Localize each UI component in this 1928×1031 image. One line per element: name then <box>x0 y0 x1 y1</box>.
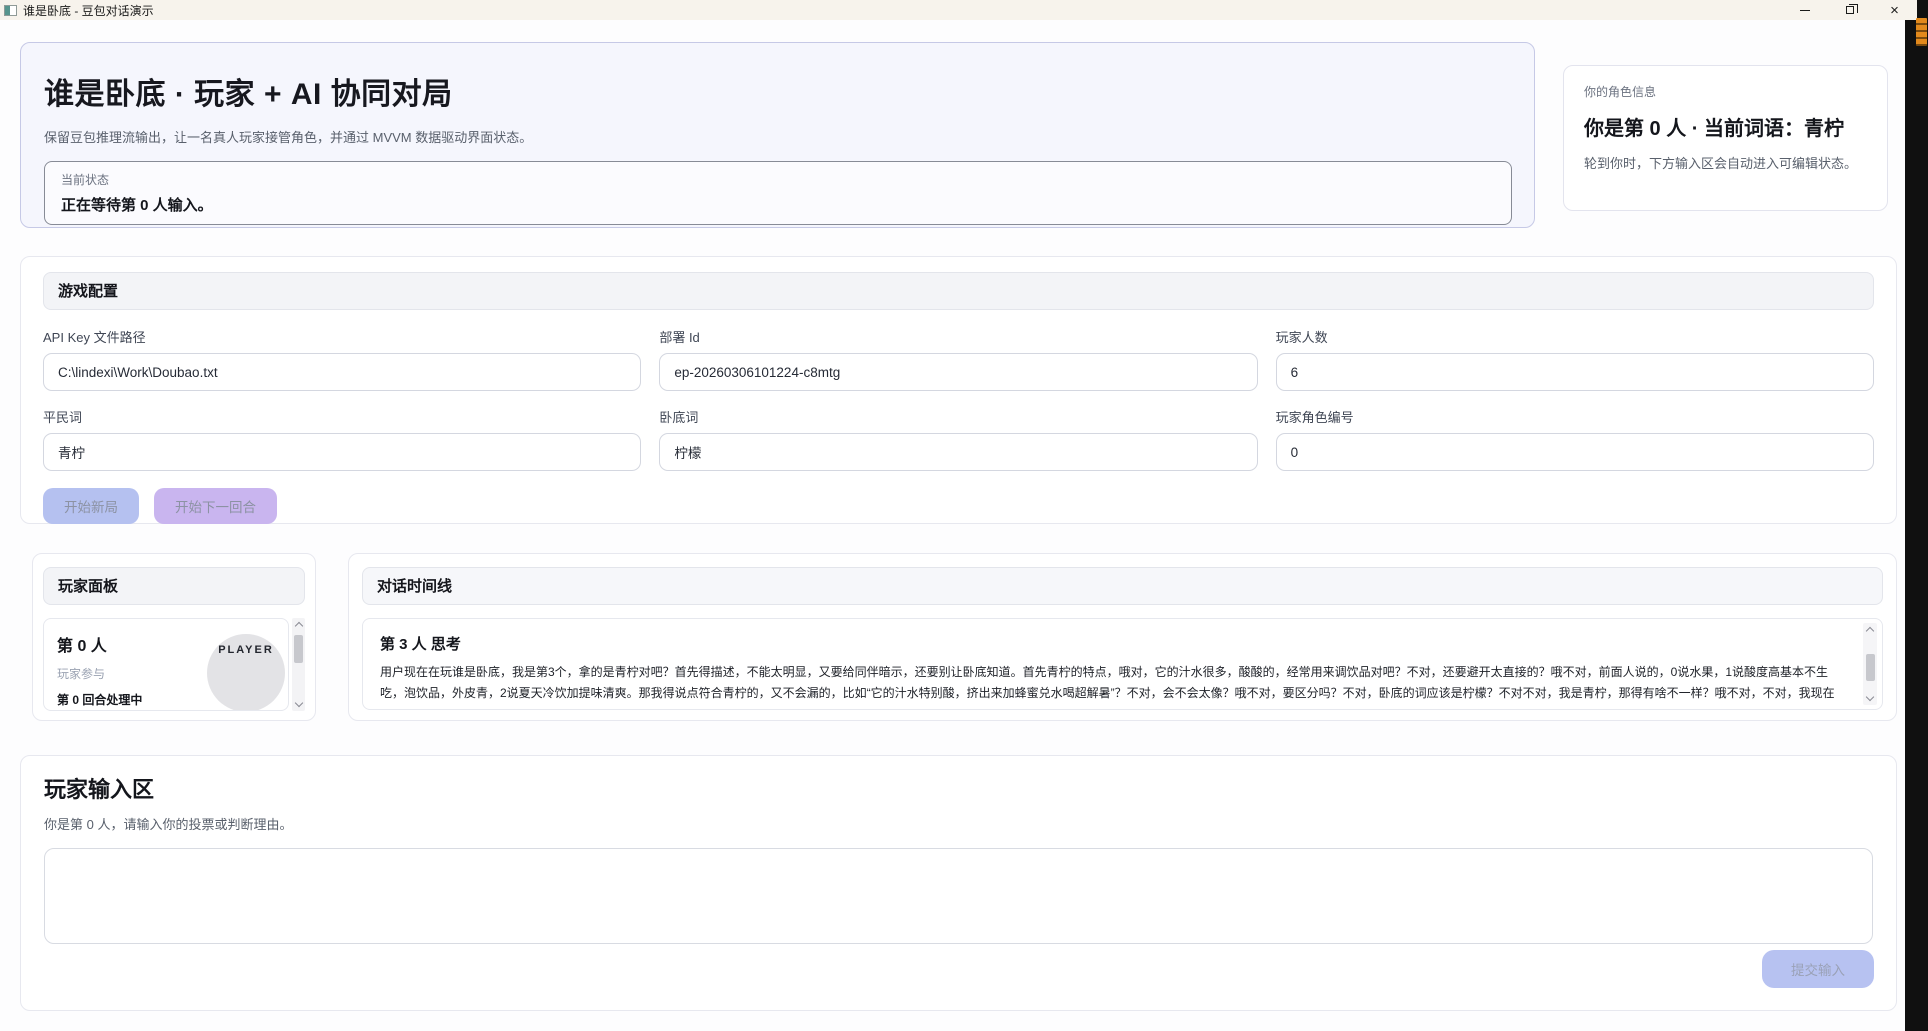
config-card: 游戏配置 API Key 文件路径 部署 Id 玩家人数 平民词 <box>20 256 1897 524</box>
restore-button[interactable] <box>1827 0 1872 20</box>
deployment-id-input[interactable] <box>659 353 1257 391</box>
scroll-up-icon[interactable] <box>294 622 302 630</box>
undercover-word-input[interactable] <box>659 433 1257 471</box>
civilian-word-input[interactable] <box>43 433 641 471</box>
players-scrollbar[interactable] <box>292 618 305 711</box>
titlebar: 谁是卧底 - 豆包对话演示 × <box>0 0 1917 20</box>
role-card-note: 轮到你时，下方输入区会自动进入可编辑状态。 <box>1584 153 1867 172</box>
start-new-game-button[interactable]: 开始新局 <box>43 488 139 524</box>
player-badge: PLAYER <box>207 644 285 656</box>
input-section-subtitle: 你是第 0 人，请输入你的投票或判断理由。 <box>44 814 1873 833</box>
config-grid: API Key 文件路径 部署 Id 玩家人数 平民词 卧底词 <box>43 327 1874 471</box>
field-deployment-id: 部署 Id <box>659 327 1257 391</box>
hero-card: 谁是卧底 · 玩家 + AI 协同对局 保留豆包推理流输出，让一名真人玩家接管角… <box>20 42 1535 228</box>
api-key-path-input[interactable] <box>43 353 641 391</box>
field-undercover-word: 卧底词 <box>659 407 1257 471</box>
role-card-title: 你是第 0 人 · 当前词语：青柠 <box>1584 112 1867 141</box>
players-scrollbar-thumb[interactable] <box>294 635 303 663</box>
timeline-entry: 第 3 人 思考 用户现在在玩谁是卧底，我是第3个，拿的是青柠对吧？首先得描述，… <box>362 618 1883 710</box>
window-controls: × <box>1782 0 1917 20</box>
timeline-scrollbar[interactable] <box>1863 623 1877 705</box>
status-label: 当前状态 <box>61 171 1495 188</box>
field-civilian-word: 平民词 <box>43 407 641 471</box>
player-input-section: 玩家输入区 你是第 0 人，请输入你的投票或判断理由。 提交输入 <box>20 755 1897 1011</box>
submit-input-button[interactable]: 提交输入 <box>1762 950 1874 988</box>
desktop-background-strip <box>1905 0 1928 1031</box>
player-count-input[interactable] <box>1276 353 1874 391</box>
role-card: 你的角色信息 你是第 0 人 · 当前词语：青柠 轮到你时，下方输入区会自动进入… <box>1563 65 1888 211</box>
scroll-up-icon[interactable] <box>1866 627 1874 635</box>
player-card: 第 0 人 玩家参与 第 0 回合处理中 PLAYER <box>43 618 289 711</box>
input-section-title: 玩家输入区 <box>44 772 1873 804</box>
start-next-round-button[interactable]: 开始下一回合 <box>154 488 277 524</box>
background-app-icon <box>1916 18 1927 46</box>
field-api-key-path: API Key 文件路径 <box>43 327 641 391</box>
player-list: 第 0 人 玩家参与 第 0 回合处理中 PLAYER <box>43 618 305 711</box>
players-header: 玩家面板 <box>43 567 305 605</box>
role-card-label: 你的角色信息 <box>1584 83 1867 100</box>
status-text: 正在等待第 0 人输入。 <box>61 194 1495 215</box>
close-button[interactable]: × <box>1872 0 1917 20</box>
timeline-entry-text-line: 用户现在在玩谁是卧底，我是第3个，拿的是青柠对吧？首先得描述，不能太明显，又要给… <box>380 662 1840 683</box>
close-icon: × <box>1890 3 1899 18</box>
screen: 谁是卧底 - 豆包对话演示 × 谁是卧底 · 玩家 + AI 协同对局 保留豆包… <box>0 0 1928 1031</box>
page-title: 谁是卧底 · 玩家 + AI 协同对局 <box>44 69 1518 113</box>
field-player-role-index: 玩家角色编号 <box>1276 407 1874 471</box>
timeline-entry-title: 第 3 人 思考 <box>380 633 1840 654</box>
timeline-panel: 对话时间线 第 3 人 思考 用户现在在玩谁是卧底，我是第3个，拿的是青柠对吧？… <box>348 553 1897 721</box>
player-role-index-input[interactable] <box>1276 433 1874 471</box>
window-content: 谁是卧底 · 玩家 + AI 协同对局 保留豆包推理流输出，让一名真人玩家接管角… <box>0 20 1905 1031</box>
timeline-scrollbar-thumb[interactable] <box>1866 654 1875 681</box>
timeline-entry-text-line: 吃，泡饮品，外皮青，2说夏天冷饮加提味清爽。那我得说点符合青柠的，又不会漏的，比… <box>380 683 1840 704</box>
minimize-icon <box>1800 10 1810 11</box>
field-player-count: 玩家人数 <box>1276 327 1874 391</box>
players-panel: 玩家面板 第 0 人 玩家参与 第 0 回合处理中 PLAYER <box>32 553 316 721</box>
timeline-header: 对话时间线 <box>362 567 1883 605</box>
config-header: 游戏配置 <box>43 272 1874 310</box>
restore-icon <box>1846 6 1854 14</box>
window-title: 谁是卧底 - 豆包对话演示 <box>23 2 154 19</box>
scroll-down-icon[interactable] <box>294 699 302 707</box>
status-box: 当前状态 正在等待第 0 人输入。 <box>44 161 1512 225</box>
minimize-button[interactable] <box>1782 0 1827 20</box>
config-buttons: 开始新局 开始下一回合 <box>43 488 1874 524</box>
app-icon <box>4 5 17 16</box>
player-input-textarea[interactable] <box>44 848 1873 944</box>
scroll-down-icon[interactable] <box>1866 693 1874 701</box>
page-subtitle: 保留豆包推理流输出，让一名真人玩家接管角色，并通过 MVVM 数据驱动界面状态。 <box>44 127 1518 146</box>
